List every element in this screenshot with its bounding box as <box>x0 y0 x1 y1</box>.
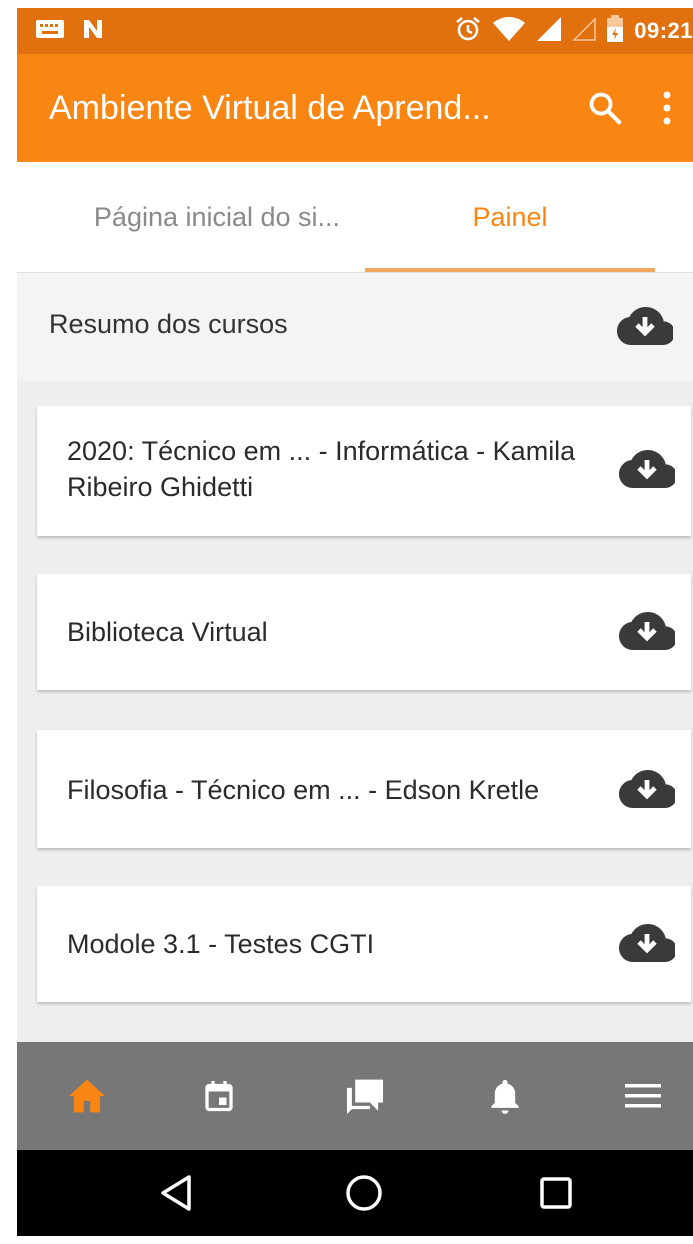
tab-label: Painel <box>472 201 548 232</box>
course-name: Biblioteca Virtual <box>67 617 268 647</box>
nav-messages-button[interactable] <box>335 1070 395 1122</box>
page-title: Ambiente Virtual de Aprend... <box>49 89 491 127</box>
nav-menu-button[interactable] <box>613 1070 673 1122</box>
back-icon <box>161 1175 191 1211</box>
search-icon <box>589 92 622 125</box>
system-home-button[interactable] <box>339 1168 389 1218</box>
tab-site-home[interactable]: Página inicial do si... <box>47 162 387 272</box>
app-screen: 09:21 Ambiente Virtual de Aprend... Pági… <box>17 8 693 1236</box>
tab-indicator <box>365 268 655 272</box>
home-icon <box>69 1079 105 1113</box>
nav-home-button[interactable] <box>57 1070 117 1122</box>
course-name: 2020: Técnico em ... - Informática - Kam… <box>67 436 576 502</box>
bottom-navigation <box>17 1042 693 1150</box>
course-card[interactable]: Modole 3.1 - Testes CGTI <box>37 886 691 1002</box>
system-navigation-bar <box>17 1150 693 1236</box>
courses-summary-header: Resumo dos cursos <box>17 273 693 381</box>
wifi-icon <box>492 16 526 47</box>
tab-bar: Página inicial do si... Painel <box>17 162 693 273</box>
cloud-download-icon <box>619 770 677 808</box>
course-download-button[interactable] <box>619 448 677 497</box>
home-circle-icon <box>346 1175 382 1211</box>
course-download-button[interactable] <box>619 922 677 971</box>
tab-label: Página inicial do si... <box>93 201 341 232</box>
course-card[interactable]: Biblioteca Virtual <box>37 574 691 690</box>
cloud-download-icon <box>619 612 677 650</box>
signal-icon <box>536 16 562 47</box>
cloud-download-icon <box>619 924 677 962</box>
signal-empty-icon <box>572 16 596 46</box>
search-button[interactable] <box>579 82 631 134</box>
battery-icon <box>606 14 624 48</box>
notifications-icon <box>491 1079 519 1114</box>
system-back-button[interactable] <box>151 1168 201 1218</box>
app-bar: Ambiente Virtual de Aprend... <box>17 54 693 162</box>
course-name: Filosofia - Técnico em ... - Edson Kretl… <box>67 775 540 805</box>
course-card[interactable]: Filosofia - Técnico em ... - Edson Kretl… <box>37 730 691 848</box>
course-card[interactable]: 2020: Técnico em ... - Informática - Kam… <box>37 406 691 536</box>
cloud-download-icon <box>619 450 677 488</box>
keyboard-icon <box>35 18 65 45</box>
download-all-button[interactable] <box>617 305 675 354</box>
alarm-icon <box>454 15 482 48</box>
section-title: Resumo dos cursos <box>49 309 288 339</box>
system-recent-apps-button[interactable] <box>531 1168 581 1218</box>
nav-calendar-button[interactable] <box>189 1070 249 1122</box>
more-options-button[interactable] <box>647 82 687 134</box>
more-vert-icon <box>663 91 671 125</box>
course-name: Modole 3.1 - Testes CGTI <box>67 929 375 959</box>
nav-notifications-button[interactable] <box>475 1070 535 1122</box>
n-notification-icon <box>81 17 105 46</box>
cloud-download-icon <box>617 307 675 345</box>
calendar-icon <box>205 1081 233 1112</box>
messages-icon <box>347 1079 383 1114</box>
status-clock: 09:21 <box>634 18 693 43</box>
course-download-button[interactable] <box>619 768 677 817</box>
tab-painel[interactable]: Painel <box>365 162 655 272</box>
status-bar: 09:21 <box>17 8 693 54</box>
menu-icon <box>625 1084 661 1108</box>
course-download-button[interactable] <box>619 610 677 659</box>
recent-apps-icon <box>540 1177 572 1209</box>
